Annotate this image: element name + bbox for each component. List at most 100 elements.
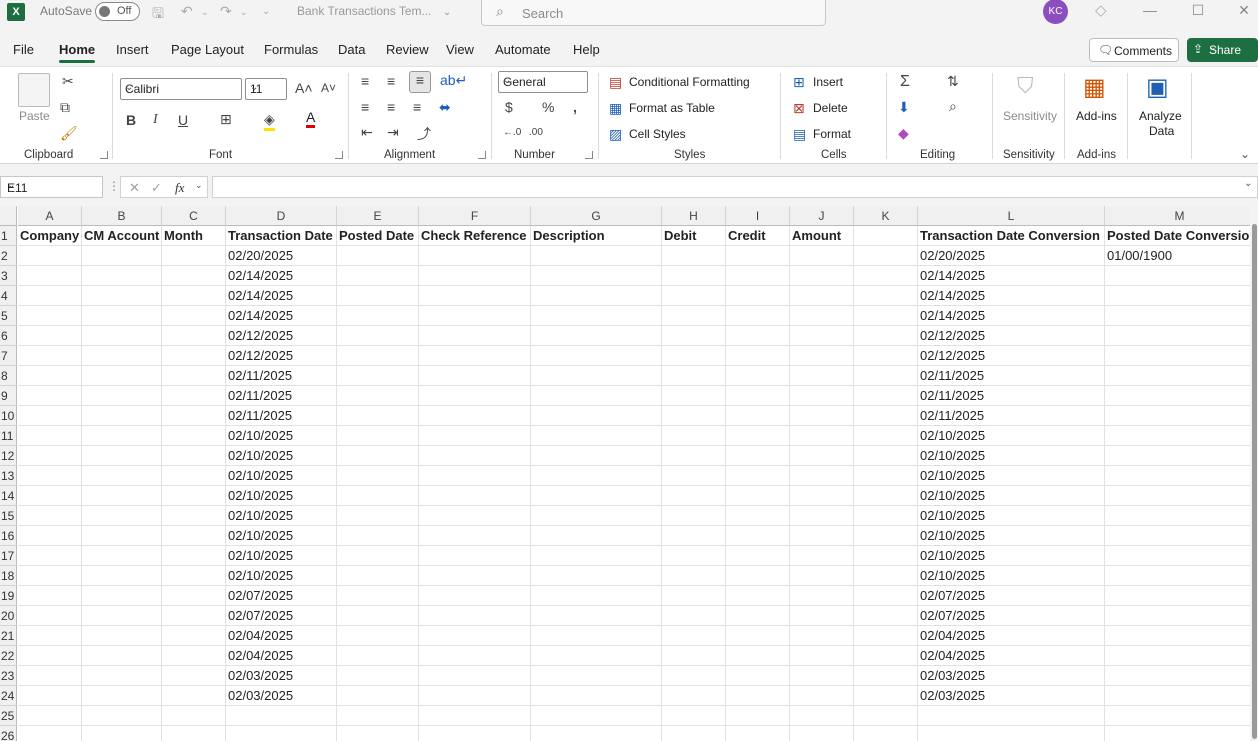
cell-i2[interactable]: [726, 246, 790, 266]
cell-h15[interactable]: [662, 506, 726, 526]
column-header-f[interactable]: F: [419, 206, 531, 226]
cell-h8[interactable]: [662, 366, 726, 386]
cell-k12[interactable]: [854, 446, 918, 466]
number-launcher-icon[interactable]: [585, 151, 593, 159]
row-header[interactable]: 5: [0, 306, 17, 326]
cell-c9[interactable]: [162, 386, 226, 406]
cell-b23[interactable]: [82, 666, 162, 686]
cell-f3[interactable]: [419, 266, 531, 286]
cell-d18[interactable]: 02/10/2025: [226, 566, 337, 586]
cell-a22[interactable]: [18, 646, 82, 666]
cell-j15[interactable]: [790, 506, 854, 526]
cell-m13[interactable]: [1105, 466, 1255, 486]
column-header-i[interactable]: I: [726, 206, 790, 226]
analyze-data-icon[interactable]: ▣: [1146, 73, 1169, 102]
cell-f6[interactable]: [419, 326, 531, 346]
increase-font-icon[interactable]: A˄: [295, 80, 313, 96]
premium-diamond-icon[interactable]: ◇: [1095, 1, 1107, 19]
column-header-j[interactable]: J: [790, 206, 854, 226]
cell-a13[interactable]: [18, 466, 82, 486]
cell-l8[interactable]: 02/11/2025: [918, 366, 1105, 386]
cell-b1[interactable]: CM Account: [82, 226, 162, 246]
column-header-b[interactable]: B: [82, 206, 162, 226]
cell-a18[interactable]: [18, 566, 82, 586]
cell-k15[interactable]: [854, 506, 918, 526]
cell-m11[interactable]: [1105, 426, 1255, 446]
select-all-corner[interactable]: [0, 206, 17, 226]
cell-k7[interactable]: [854, 346, 918, 366]
underline-icon[interactable]: U: [178, 112, 188, 128]
tab-help[interactable]: Help: [573, 42, 600, 57]
cell-i20[interactable]: [726, 606, 790, 626]
cell-b24[interactable]: [82, 686, 162, 706]
cell-i4[interactable]: [726, 286, 790, 306]
cell-i11[interactable]: [726, 426, 790, 446]
cell-j7[interactable]: [790, 346, 854, 366]
column-header-h[interactable]: H: [662, 206, 726, 226]
fill-icon[interactable]: ⬇: [898, 99, 910, 116]
cell-b14[interactable]: [82, 486, 162, 506]
cell-e11[interactable]: [337, 426, 419, 446]
cell-d6[interactable]: 02/12/2025: [226, 326, 337, 346]
conditional-formatting-icon[interactable]: ▤: [609, 74, 622, 91]
cell-c3[interactable]: [162, 266, 226, 286]
cell-a9[interactable]: [18, 386, 82, 406]
cell-i7[interactable]: [726, 346, 790, 366]
cell-j11[interactable]: [790, 426, 854, 446]
cell-m5[interactable]: [1105, 306, 1255, 326]
name-box[interactable]: E11 ⌄: [0, 176, 103, 198]
cell-d2[interactable]: 02/20/2025: [226, 246, 337, 266]
cell-j5[interactable]: [790, 306, 854, 326]
cell-e24[interactable]: [337, 686, 419, 706]
merge-center-icon[interactable]: ⬌: [439, 99, 451, 116]
format-cells-button[interactable]: Format: [813, 127, 851, 141]
cell-f19[interactable]: [419, 586, 531, 606]
cell-g14[interactable]: [531, 486, 662, 506]
comments-button[interactable]: 🗨 Comments: [1089, 38, 1179, 62]
cell-f10[interactable]: [419, 406, 531, 426]
cell-c7[interactable]: [162, 346, 226, 366]
cell-g10[interactable]: [531, 406, 662, 426]
row-header[interactable]: 10: [0, 406, 17, 426]
cell-e25[interactable]: [337, 706, 419, 726]
cell-g21[interactable]: [531, 626, 662, 646]
cell-f7[interactable]: [419, 346, 531, 366]
cell-k3[interactable]: [854, 266, 918, 286]
cell-m19[interactable]: [1105, 586, 1255, 606]
cell-g26[interactable]: [531, 726, 662, 741]
cell-e12[interactable]: [337, 446, 419, 466]
enter-icon[interactable]: ✓: [151, 180, 162, 196]
cell-i26[interactable]: [726, 726, 790, 741]
cell-j14[interactable]: [790, 486, 854, 506]
cell-c2[interactable]: [162, 246, 226, 266]
cell-k24[interactable]: [854, 686, 918, 706]
format-cells-icon[interactable]: ▤: [793, 126, 806, 143]
cell-l24[interactable]: 02/03/2025: [918, 686, 1105, 706]
more-options-icon[interactable]: ⋮: [108, 179, 120, 193]
cell-m23[interactable]: [1105, 666, 1255, 686]
clipboard-launcher-icon[interactable]: [100, 151, 108, 159]
cancel-icon[interactable]: ✕: [129, 180, 140, 196]
row-header[interactable]: 12: [0, 446, 17, 466]
format-painter-icon[interactable]: 🖌: [60, 125, 78, 142]
cell-k22[interactable]: [854, 646, 918, 666]
cell-l3[interactable]: 02/14/2025: [918, 266, 1105, 286]
cell-k5[interactable]: [854, 306, 918, 326]
tab-home[interactable]: Home: [59, 42, 96, 63]
cell-k10[interactable]: [854, 406, 918, 426]
cell-d23[interactable]: 02/03/2025: [226, 666, 337, 686]
cell-d13[interactable]: 02/10/2025: [226, 466, 337, 486]
cell-a24[interactable]: [18, 686, 82, 706]
cell-h26[interactable]: [662, 726, 726, 741]
decrease-decimal-icon[interactable]: .00: [529, 127, 543, 138]
cell-a25[interactable]: [18, 706, 82, 726]
cell-d7[interactable]: 02/12/2025: [226, 346, 337, 366]
row-header[interactable]: 6: [0, 326, 17, 346]
sensitivity-button[interactable]: Sensitivity: [1003, 109, 1057, 123]
row-header[interactable]: 15: [0, 506, 17, 526]
cell-k13[interactable]: [854, 466, 918, 486]
cell-g18[interactable]: [531, 566, 662, 586]
cell-e4[interactable]: [337, 286, 419, 306]
cell-a3[interactable]: [18, 266, 82, 286]
cell-m21[interactable]: [1105, 626, 1255, 646]
